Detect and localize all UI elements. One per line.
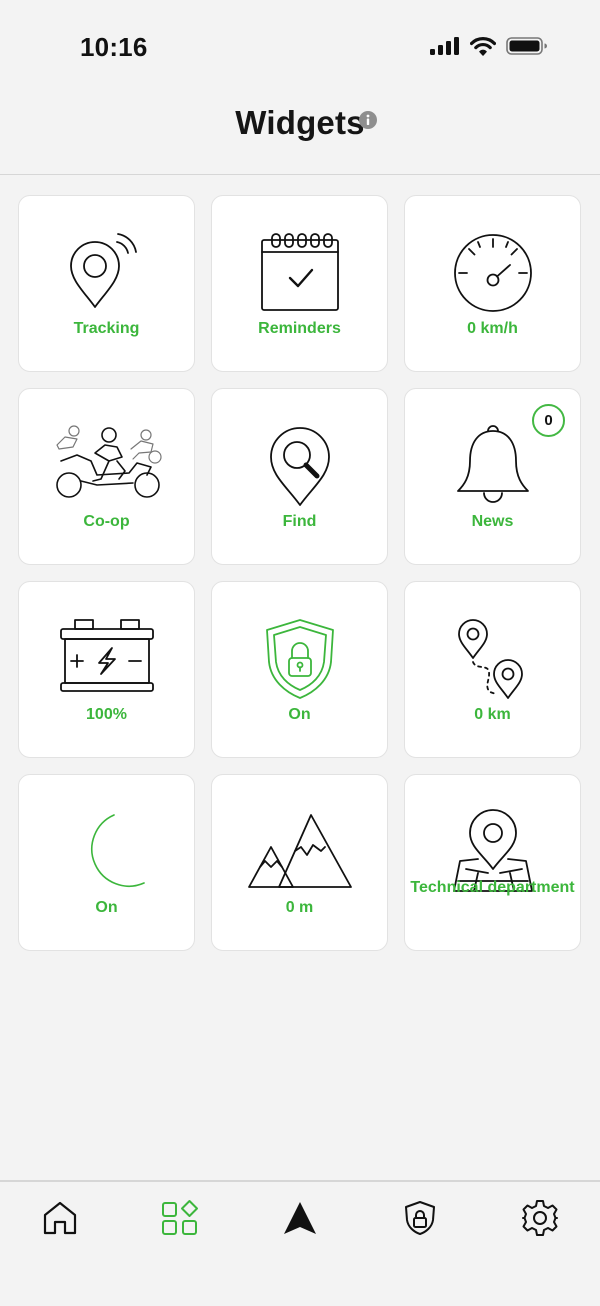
tracking-pin-icon	[69, 233, 137, 308]
widget-tracking[interactable]: Tracking	[18, 195, 195, 372]
widgets-icon	[162, 1200, 198, 1235]
nav-security[interactable]	[400, 1198, 440, 1238]
find-pin-icon	[269, 427, 330, 506]
bell-icon	[456, 425, 529, 503]
cellular-signal-icon	[430, 37, 459, 55]
nav-navigate[interactable]	[280, 1198, 320, 1238]
widget-label: Co-op	[83, 513, 130, 530]
battery-icon	[59, 619, 154, 692]
widget-coop[interactable]: Co-op	[18, 388, 195, 565]
group-ride-icon	[55, 425, 162, 498]
widget-label: 0 km	[474, 706, 511, 723]
widget-speed[interactable]: 0 km/h	[404, 195, 581, 372]
status-icons	[430, 36, 548, 56]
status-time: 10:16	[80, 32, 148, 62]
widget-label: 0 m	[285, 899, 314, 916]
info-icon[interactable]	[359, 111, 377, 129]
widget-distance[interactable]: 0 km	[404, 581, 581, 758]
page-header: Widgets	[0, 96, 600, 175]
widget-find[interactable]: Find	[211, 388, 388, 565]
mountain-icon	[247, 814, 352, 888]
widget-battery[interactable]: 100%	[18, 581, 195, 758]
widget-technical-department[interactable]: Technical department	[404, 774, 581, 951]
nav-home[interactable]	[40, 1198, 80, 1238]
widget-reminders[interactable]: Reminders	[211, 195, 388, 372]
security-icon	[405, 1201, 435, 1235]
widget-label: 0 km/h	[467, 320, 518, 337]
widget-altitude[interactable]: 0 m	[211, 774, 388, 951]
widget-news[interactable]: 0 News	[404, 388, 581, 565]
widget-label: On	[95, 899, 118, 916]
widget-label: Find	[282, 513, 317, 530]
page-title: Widgets	[235, 104, 365, 141]
settings-icon	[522, 1200, 558, 1236]
nav-widgets[interactable]	[160, 1198, 200, 1238]
widget-night-mode[interactable]: On	[18, 774, 195, 951]
status-bar: 10:16	[0, 0, 600, 96]
speedometer-icon	[453, 234, 532, 312]
widget-label: Technical department	[410, 879, 575, 896]
bottom-nav	[0, 1180, 600, 1306]
widget-label: Reminders	[258, 320, 341, 337]
moon-icon	[90, 814, 145, 887]
battery-status-icon	[506, 37, 547, 55]
route-icon	[457, 619, 523, 699]
widget-label: On	[288, 706, 311, 723]
widget-security[interactable]: On	[211, 581, 388, 758]
nav-settings[interactable]	[520, 1198, 560, 1238]
widget-label: 100%	[86, 706, 127, 723]
widget-label: Tracking	[73, 320, 140, 337]
home-icon	[43, 1201, 77, 1235]
widget-grid: Tracking Reminders 0 km/h Co-op Find 0 N…	[18, 195, 581, 951]
calendar-check-icon	[260, 233, 339, 311]
navigate-icon	[284, 1202, 316, 1234]
shield-lock-icon	[265, 619, 334, 699]
widget-label: News	[471, 513, 514, 530]
wifi-icon	[470, 37, 496, 56]
